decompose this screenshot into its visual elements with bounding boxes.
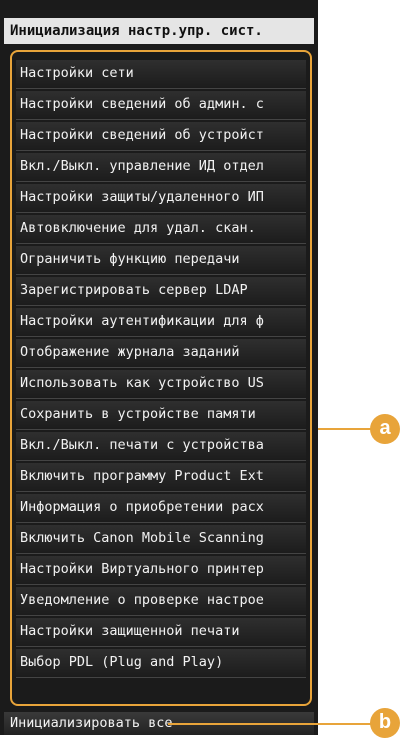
list-item-save-to-memory[interactable]: Сохранить в устройстве памяти [16, 401, 306, 430]
callout-b-line [168, 723, 372, 725]
list-item-supplies-info[interactable]: Информация о приобретении расх [16, 494, 306, 523]
list-item-auth-settings[interactable]: Настройки аутентификации для ф [16, 308, 306, 337]
list-item-admin-info[interactable]: Настройки сведений об админ. с [16, 91, 306, 120]
list-item-job-log[interactable]: Отображение журнала заданий [16, 339, 306, 368]
list-item-print-from-device[interactable]: Вкл./Выкл. печати с устройства [16, 432, 306, 461]
list-item-security-remote-ui[interactable]: Настройки защиты/удаленного ИП [16, 184, 306, 213]
page-title: Инициализация настр.упр. сист. [4, 18, 314, 44]
list-item-settings-check-notice[interactable]: Уведомление о проверке настрое [16, 587, 306, 616]
list-item-canon-mobile-scanning[interactable]: Включить Canon Mobile Scanning [16, 525, 306, 554]
list-item-device-info[interactable]: Настройки сведений об устройст [16, 122, 306, 151]
list-item-use-as-usb[interactable]: Использовать как устройство US [16, 370, 306, 399]
list-item-register-ldap[interactable]: Зарегистрировать сервер LDAP [16, 277, 306, 306]
list-item-restrict-send[interactable]: Ограничить функцию передачи [16, 246, 306, 275]
settings-list: Настройки сети Настройки сведений об адм… [10, 50, 312, 706]
list-item-product-extended[interactable]: Включить программу Product Ext [16, 463, 306, 492]
list-item-network-settings[interactable]: Настройки сети [16, 60, 306, 89]
device-screen: Инициализация настр.упр. сист. Настройки… [0, 0, 318, 735]
list-item-virtual-printer[interactable]: Настройки Виртуального принтер [16, 556, 306, 585]
list-item-auto-remote-scan[interactable]: Автовключение для удал. скан. [16, 215, 306, 244]
callout-a-line [318, 428, 372, 430]
list-item-secure-print[interactable]: Настройки защищенной печати [16, 618, 306, 647]
list-item-pdl-selection[interactable]: Выбор PDL (Plug and Play) [16, 649, 306, 678]
callout-b-badge: b [370, 708, 400, 738]
list-item-department-id[interactable]: Вкл./Выкл. управление ИД отдел [16, 153, 306, 182]
callout-a-badge: a [370, 414, 400, 444]
